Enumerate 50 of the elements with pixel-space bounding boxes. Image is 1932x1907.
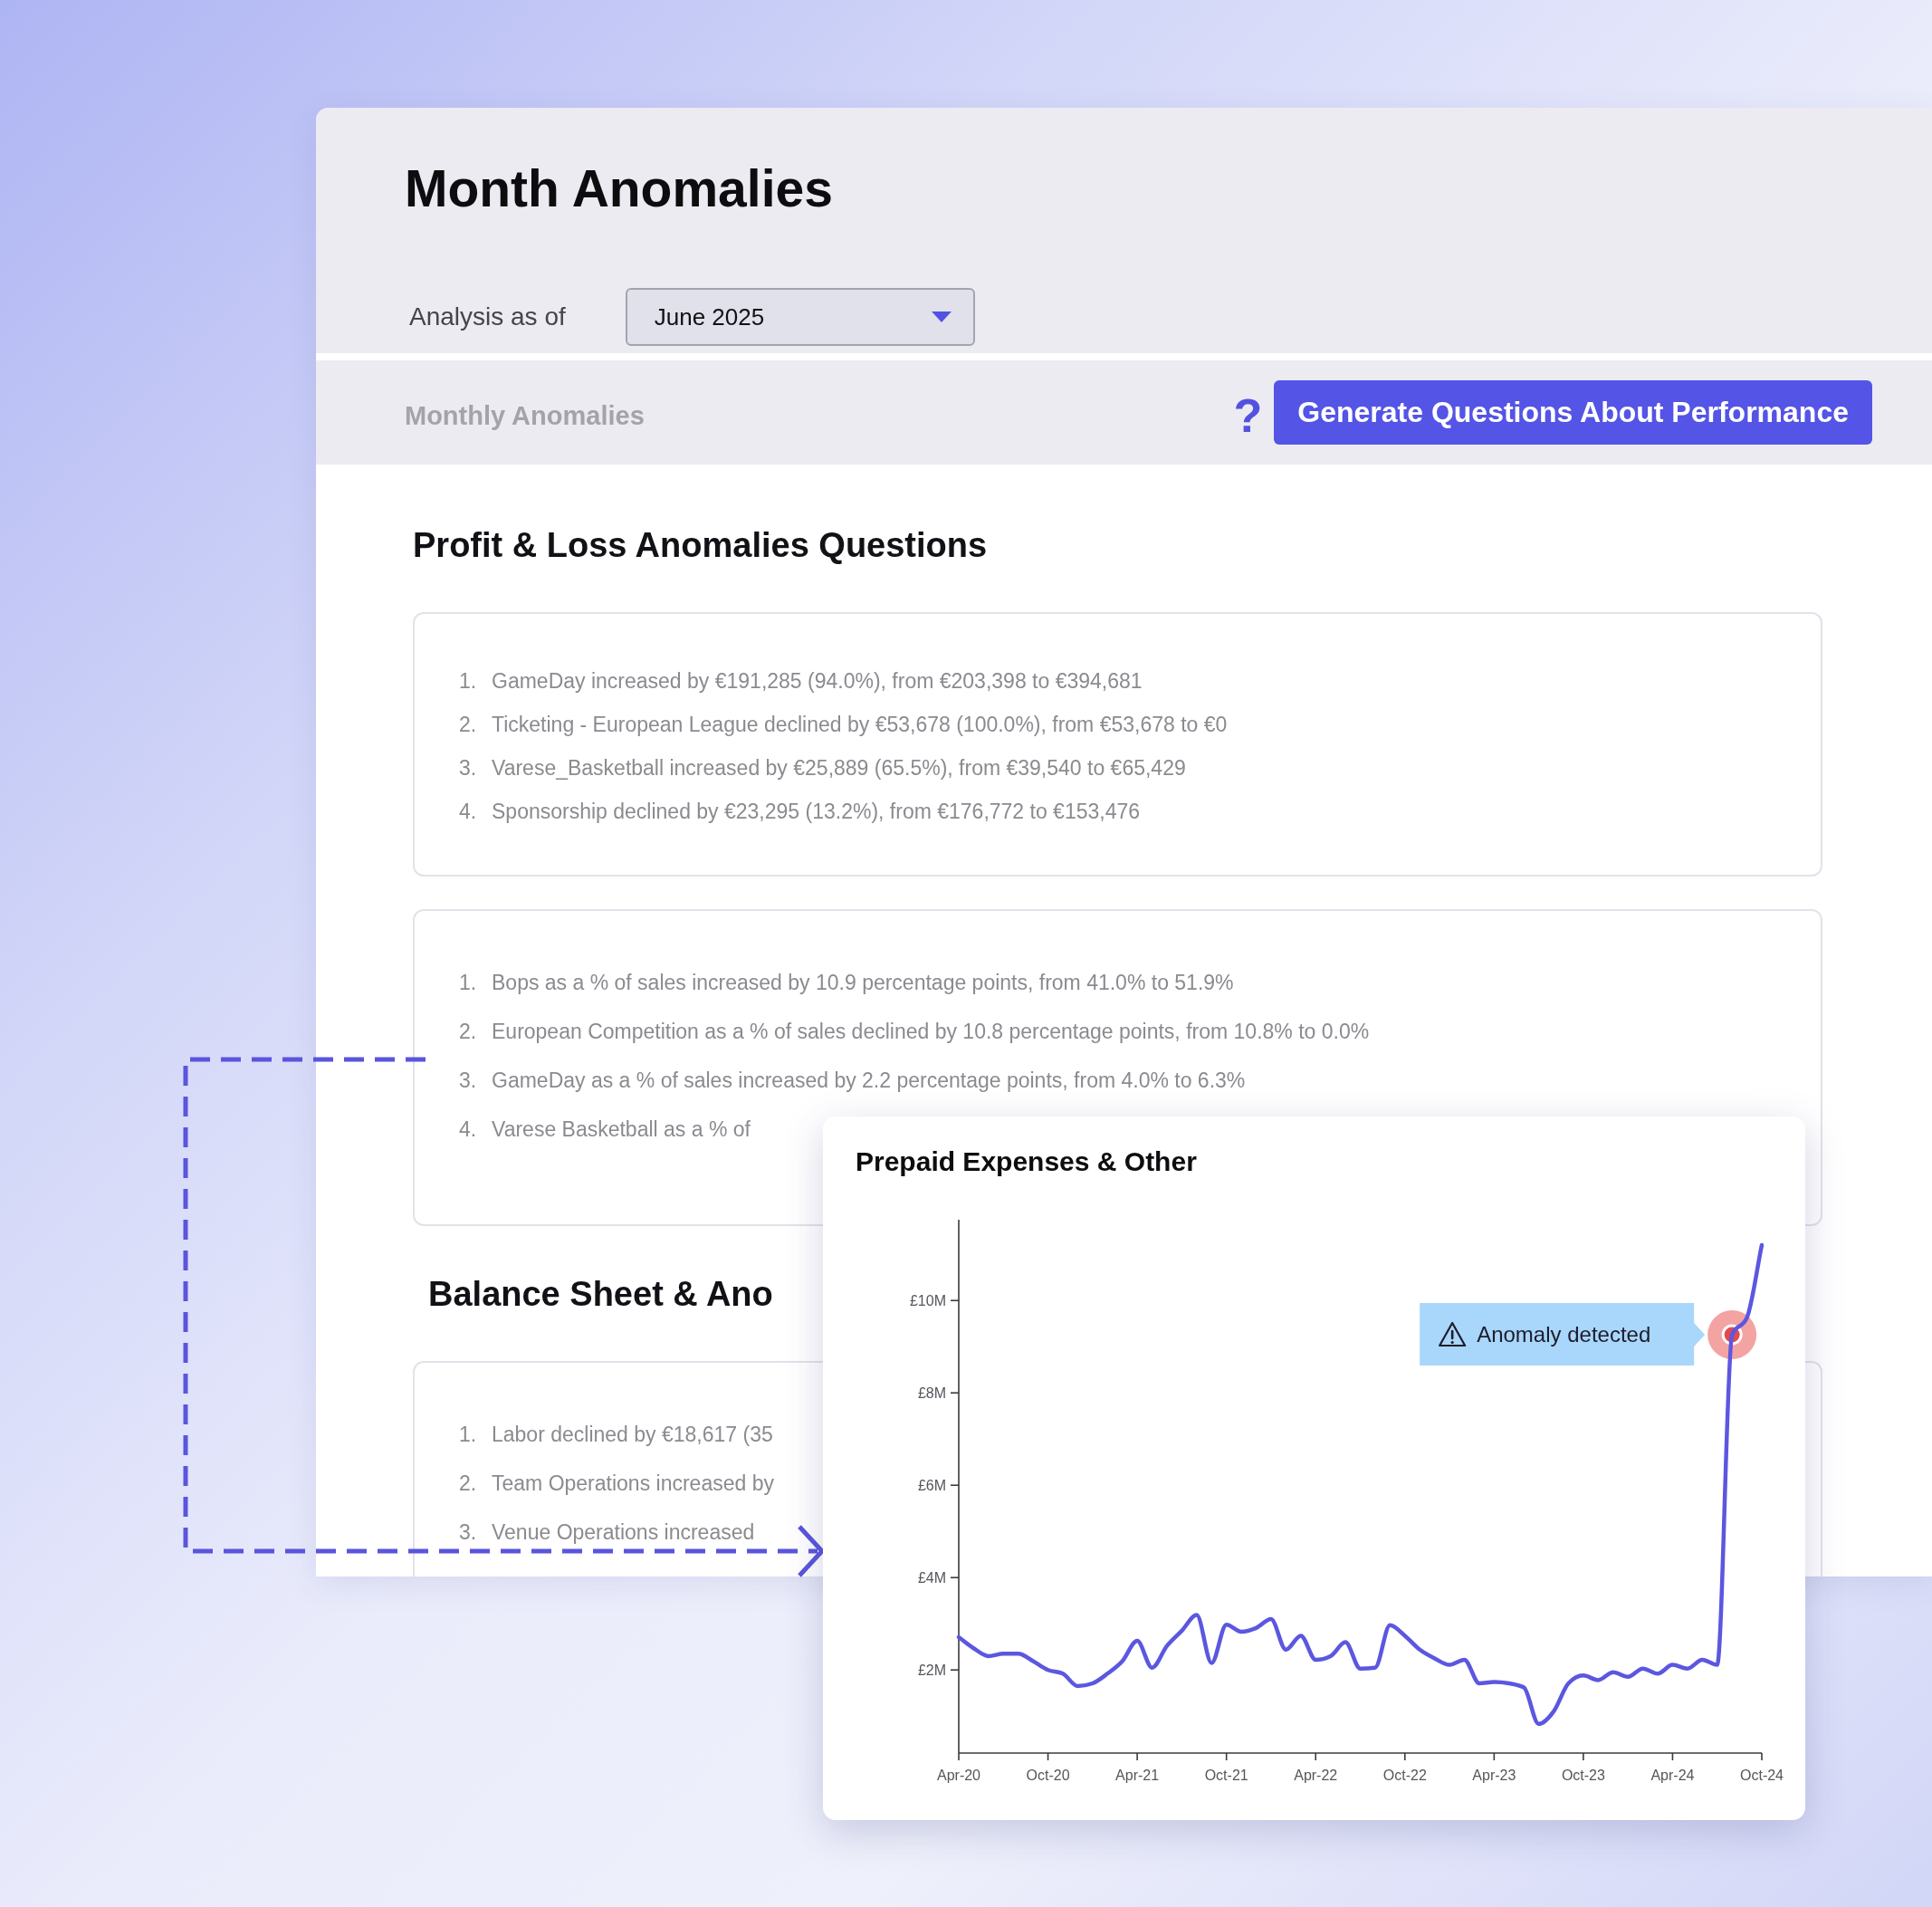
question-text: Ticketing - European League declined by €53,678 (100.0%), from €53,678 to €0 [492, 712, 1228, 737]
tooltip-text: Anomaly detected [1477, 1322, 1651, 1346]
x-tick-label: Apr-22 [1294, 1768, 1338, 1783]
y-tick-label: £4M [917, 1570, 946, 1586]
page-title: Month Anomalies [405, 158, 833, 219]
list-number: 1. [459, 668, 478, 694]
list-number: 3. [459, 1519, 478, 1545]
list-number: 2. [459, 1019, 478, 1044]
y-tick-label: £10M [909, 1293, 946, 1309]
x-tick-label: Apr-24 [1650, 1768, 1695, 1783]
list-number: 2. [459, 1471, 478, 1496]
chart-title: Prepaid Expenses & Other [856, 1145, 1197, 1178]
x-tick-label: Oct-22 [1382, 1768, 1427, 1783]
x-tick-label: Apr-21 [1115, 1768, 1160, 1783]
generate-questions-button[interactable]: Generate Questions About Performance [1274, 380, 1872, 445]
x-tick-label: Oct-20 [1026, 1768, 1070, 1783]
x-tick-label: Apr-23 [1472, 1768, 1516, 1783]
question-text: Bops as a % of sales increased by 10.9 percentage points, from 41.0% to 51.9% [492, 970, 1234, 995]
month-dropdown[interactable]: June 2025 [625, 288, 975, 346]
list-number: 3. [459, 755, 478, 781]
caret-icon [931, 311, 952, 322]
y-tick-label: £8M [917, 1385, 946, 1402]
question-text: Labor declined by €18,617 (35 [492, 1422, 773, 1447]
question-text: Team Operations increased by [492, 1471, 774, 1496]
list-number: 2. [459, 712, 478, 737]
question-text: Varese_Basketball increased by €25,889 (65.5%), from €39,540 to €65,429 [492, 755, 1186, 781]
anomaly-marker-icon [1707, 1310, 1757, 1359]
question-text: GameDay increased by €191,285 (94.0%), from €203,398 to €394,681 [492, 668, 1143, 694]
list-number: 1. [459, 1422, 478, 1447]
x-tick-label: Oct-24 [1740, 1768, 1784, 1783]
analysis-label: Analysis as of [409, 302, 566, 331]
x-tick-label: Apr-20 [937, 1768, 980, 1783]
y-tick-label: £2M [917, 1663, 946, 1679]
list-number: 4. [459, 1116, 478, 1142]
question-text: Varese Basketball as a % of [492, 1116, 751, 1142]
warning-icon [1439, 1321, 1467, 1347]
x-tick-label: Oct-21 [1204, 1768, 1248, 1783]
section-heading: Balance Sheet & Ano [427, 1274, 773, 1315]
question-text: Sponsorship declined by €23,295 (13.2%), from €176,772 to €153,476 [492, 799, 1141, 824]
list-number: 1. [459, 970, 478, 995]
section-label: Monthly Anomalies [405, 400, 645, 431]
question-text: European Competition as a % of sales declined by 10.8 percentage points, from 10.8% to 0.0% [492, 1019, 1370, 1044]
list-number: 4. [459, 799, 478, 824]
section-heading: Profit & Loss Anomalies Questions [413, 525, 988, 566]
help-icon[interactable]: ? [1233, 384, 1263, 441]
list-number: 3. [459, 1068, 478, 1093]
x-tick-label: Oct-23 [1561, 1768, 1605, 1783]
question-text: GameDay as a % of sales increased by 2.2 percentage points, from 4.0% to 6.3% [492, 1068, 1246, 1093]
question-text: Venue Operations increased [492, 1519, 755, 1545]
y-tick-label: £6M [917, 1478, 946, 1494]
